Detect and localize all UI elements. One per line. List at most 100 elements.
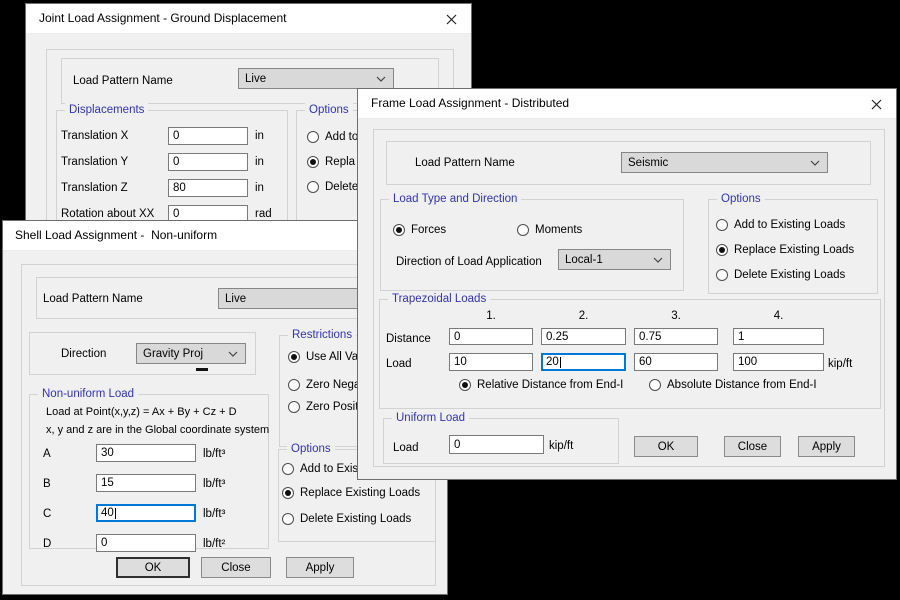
distance-row-label: Distance <box>386 332 431 346</box>
radio-icon <box>288 401 300 413</box>
load-4-field[interactable]: 100 <box>733 353 824 371</box>
joint-load-pattern-label: Load Pattern Name <box>73 74 173 88</box>
load-3-field[interactable]: 60 <box>634 353 718 371</box>
coefficient-c-label: C <box>43 507 51 521</box>
nonuniform-formula: Load at Point(x,y,z) = Ax + By + Cz + D <box>46 405 237 419</box>
distance-3-field[interactable]: 0.75 <box>634 328 718 345</box>
trapezoidal-loads-label: Trapezoidal Loads <box>388 292 490 306</box>
use-all-values-radio[interactable]: Use All Val <box>288 351 361 363</box>
chevron-down-icon <box>228 351 238 357</box>
direction-select[interactable]: Gravity Proj <box>136 343 246 364</box>
joint-replace-option-radio[interactable]: Repla <box>307 156 355 168</box>
distance-2-field[interactable]: 0.25 <box>541 328 626 345</box>
shell-apply-button[interactable]: Apply <box>286 557 354 578</box>
translation-z-unit: in <box>255 181 264 195</box>
radio-icon <box>282 463 294 475</box>
translation-y-unit: in <box>255 155 264 169</box>
frame-replace-option-radio[interactable]: Replace Existing Loads <box>716 244 854 256</box>
nonuniform-load-label: Non-uniform Load <box>38 387 138 401</box>
distance-4-field[interactable]: 1 <box>733 328 824 345</box>
joint-add-option-radio[interactable]: Add to <box>307 131 358 143</box>
frame-load-pattern-select[interactable]: Seismic <box>621 152 828 173</box>
radio-icon <box>393 224 405 236</box>
shell-load-pattern-value: Live <box>225 293 246 305</box>
load-1-field[interactable]: 10 <box>449 353 533 371</box>
shell-delete-option-radio[interactable]: Delete Existing Loads <box>282 513 411 525</box>
frame-delete-option-radio[interactable]: Delete Existing Loads <box>716 269 845 281</box>
frame-close-button[interactable] <box>868 96 884 112</box>
translation-x-field[interactable]: 0 <box>168 127 248 145</box>
load-direction-select[interactable]: Local-1 <box>558 249 671 270</box>
frame-options-label: Options <box>717 192 765 206</box>
radio-icon <box>459 379 471 391</box>
coefficient-c-unit: lb/ft³ <box>203 507 225 521</box>
absolute-distance-radio[interactable]: Absolute Distance from End-I <box>649 379 817 391</box>
frame-title: Frame Load Assignment - Distributed <box>371 96 569 110</box>
zero-positive-radio[interactable]: Zero Positi <box>288 401 361 413</box>
load-row-label: Load <box>386 357 412 371</box>
coefficient-d-label: D <box>43 537 51 551</box>
forces-radio[interactable]: Forces <box>393 224 446 236</box>
frame-apply-button[interactable]: Apply <box>798 436 855 457</box>
coefficient-c-field[interactable]: 40 <box>96 504 196 522</box>
direction-value: Gravity Proj <box>143 348 203 360</box>
coefficient-a-unit: lb/ft³ <box>203 447 225 461</box>
radio-icon <box>307 131 319 143</box>
shell-title: Shell Load Assignment - Non-uniform <box>15 228 217 242</box>
frame-add-option-radio[interactable]: Add to Existing Loads <box>716 219 845 231</box>
distance-1-field[interactable]: 0 <box>449 328 533 345</box>
direction-label: Direction <box>61 347 106 361</box>
joint-load-pattern-select[interactable]: Live <box>238 68 394 89</box>
zero-negative-radio[interactable]: Zero Negat <box>288 379 364 391</box>
frame-load-pattern-label: Load Pattern Name <box>415 156 515 170</box>
translation-z-field[interactable]: 80 <box>168 179 248 197</box>
shell-ok-button[interactable]: OK <box>116 557 190 578</box>
radio-icon <box>649 379 661 391</box>
column-header-4: 4. <box>733 309 824 323</box>
text-caret <box>115 508 116 519</box>
radio-icon <box>288 379 300 391</box>
coefficient-a-field[interactable]: 30 <box>96 444 196 462</box>
translation-z-label: Translation Z <box>61 181 128 195</box>
column-header-1: 1. <box>449 309 533 323</box>
shell-add-option-radio[interactable]: Add to Exis <box>282 463 358 475</box>
x-icon <box>871 99 882 110</box>
frame-ok-button[interactable]: OK <box>634 436 698 457</box>
nonuniform-note: x, y and z are in the Global coordinate … <box>46 423 269 437</box>
joint-options-label: Options <box>305 103 353 117</box>
translation-x-label: Translation X <box>61 129 128 143</box>
shell-options-label: Options <box>287 442 335 456</box>
uniform-load-field[interactable]: 0 <box>449 435 544 454</box>
coefficient-b-field[interactable]: 15 <box>96 474 196 492</box>
chevron-down-icon <box>653 257 663 263</box>
rotation-xx-label: Rotation about XX <box>61 207 154 221</box>
shell-close-button[interactable]: Close <box>201 557 271 578</box>
uniform-load-unit: kip/ft <box>549 439 573 453</box>
shell-load-pattern-label: Load Pattern Name <box>43 292 143 306</box>
joint-close-button[interactable] <box>443 11 459 27</box>
translation-y-field[interactable]: 0 <box>168 153 248 171</box>
moments-radio[interactable]: Moments <box>517 224 582 236</box>
radio-icon <box>517 224 529 236</box>
load-type-box: Load Type and Direction <box>380 199 684 291</box>
joint-delete-option-radio[interactable]: Delete <box>307 181 358 193</box>
joint-load-pattern-value: Live <box>245 73 266 85</box>
load-2-field[interactable]: 20 <box>541 353 626 371</box>
shell-replace-option-radio[interactable]: Replace Existing Loads <box>282 487 420 499</box>
radio-icon <box>288 351 300 363</box>
frame-load-dialog: Frame Load Assignment - Distributed Load… <box>357 88 897 480</box>
coefficient-b-unit: lb/ft³ <box>203 477 225 491</box>
load-direction-value: Local-1 <box>565 254 603 266</box>
relative-distance-radio[interactable]: Relative Distance from End-I <box>459 379 623 391</box>
radio-icon <box>307 156 319 168</box>
radio-icon <box>716 244 728 256</box>
rotation-xx-unit: rad <box>255 207 272 221</box>
uniform-load-row-label: Load <box>393 441 419 455</box>
column-header-3: 3. <box>634 309 718 323</box>
coefficient-d-field[interactable]: 0 <box>96 534 196 552</box>
frame-close-button-bottom[interactable]: Close <box>724 436 781 457</box>
load-type-label: Load Type and Direction <box>389 192 521 206</box>
frame-load-pattern-value: Seismic <box>628 157 668 169</box>
x-icon <box>446 14 457 25</box>
translation-x-unit: in <box>255 129 264 143</box>
